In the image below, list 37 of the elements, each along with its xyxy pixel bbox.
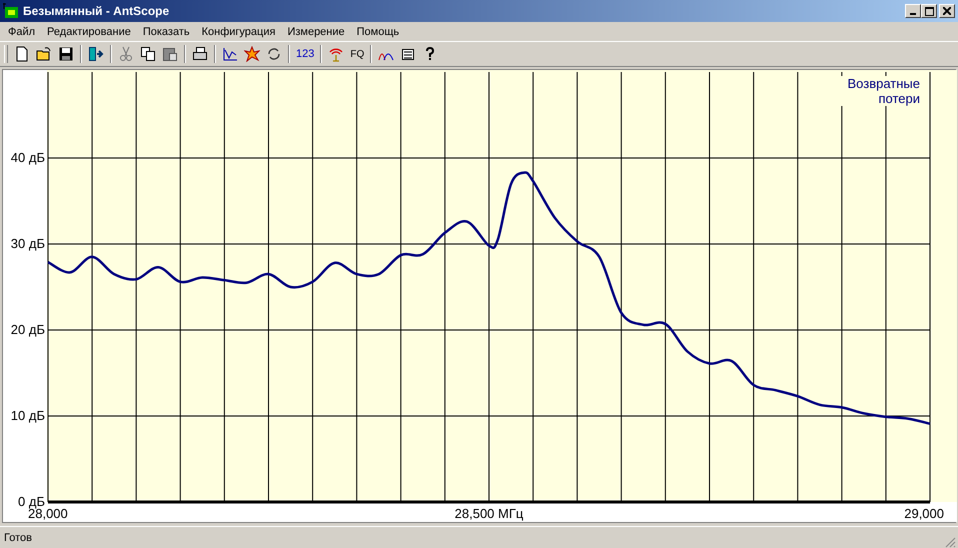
open-folder-icon[interactable] bbox=[36, 46, 52, 62]
cut-icon[interactable] bbox=[118, 46, 134, 62]
copy-icon[interactable] bbox=[140, 46, 156, 62]
chart-line-icon[interactable] bbox=[222, 46, 238, 62]
antenna-signal-icon[interactable] bbox=[328, 46, 344, 62]
y-tick-label: 10 дБ bbox=[10, 408, 45, 423]
device-arrow-icon[interactable] bbox=[88, 46, 104, 62]
resize-grip-icon[interactable] bbox=[944, 536, 956, 548]
menu-item[interactable]: Файл bbox=[2, 26, 42, 38]
y-tick-label: 40 дБ bbox=[10, 150, 45, 165]
window-title: Безымянный - AntScope bbox=[23, 4, 170, 18]
minimize-button[interactable] bbox=[905, 4, 921, 18]
x-tick-label: 29,000 bbox=[904, 506, 944, 521]
paste-icon[interactable] bbox=[162, 46, 178, 62]
menu-item[interactable]: Конфигурация bbox=[196, 26, 282, 38]
menu-item[interactable]: Показать bbox=[136, 26, 196, 38]
list-icon[interactable] bbox=[400, 46, 416, 62]
print-icon[interactable] bbox=[192, 46, 208, 62]
menu-item[interactable]: Редактирование bbox=[41, 26, 137, 38]
maximize-button[interactable] bbox=[921, 4, 937, 18]
close-button[interactable] bbox=[939, 4, 955, 18]
y-tick-label: 30 дБ bbox=[10, 236, 45, 251]
numbers-button[interactable]: 123 bbox=[296, 48, 314, 60]
fq-button[interactable]: FQ bbox=[350, 48, 364, 60]
menu-item[interactable]: Помощь bbox=[350, 26, 406, 38]
close-icon bbox=[943, 7, 951, 15]
new-file-icon[interactable] bbox=[14, 46, 30, 62]
y-tick-label: 0 дБ bbox=[18, 494, 45, 509]
refresh-icon[interactable] bbox=[266, 46, 282, 62]
y-tick-label: 20 дБ bbox=[10, 322, 45, 337]
status-text: Готов bbox=[4, 532, 32, 544]
save-icon[interactable] bbox=[58, 46, 74, 62]
burst-icon[interactable] bbox=[244, 46, 260, 62]
x-tick-label: 28,500 МГц bbox=[454, 506, 524, 521]
menu-item[interactable]: Измерение bbox=[281, 26, 351, 38]
maximize-icon bbox=[924, 6, 934, 16]
app-icon bbox=[3, 3, 19, 19]
